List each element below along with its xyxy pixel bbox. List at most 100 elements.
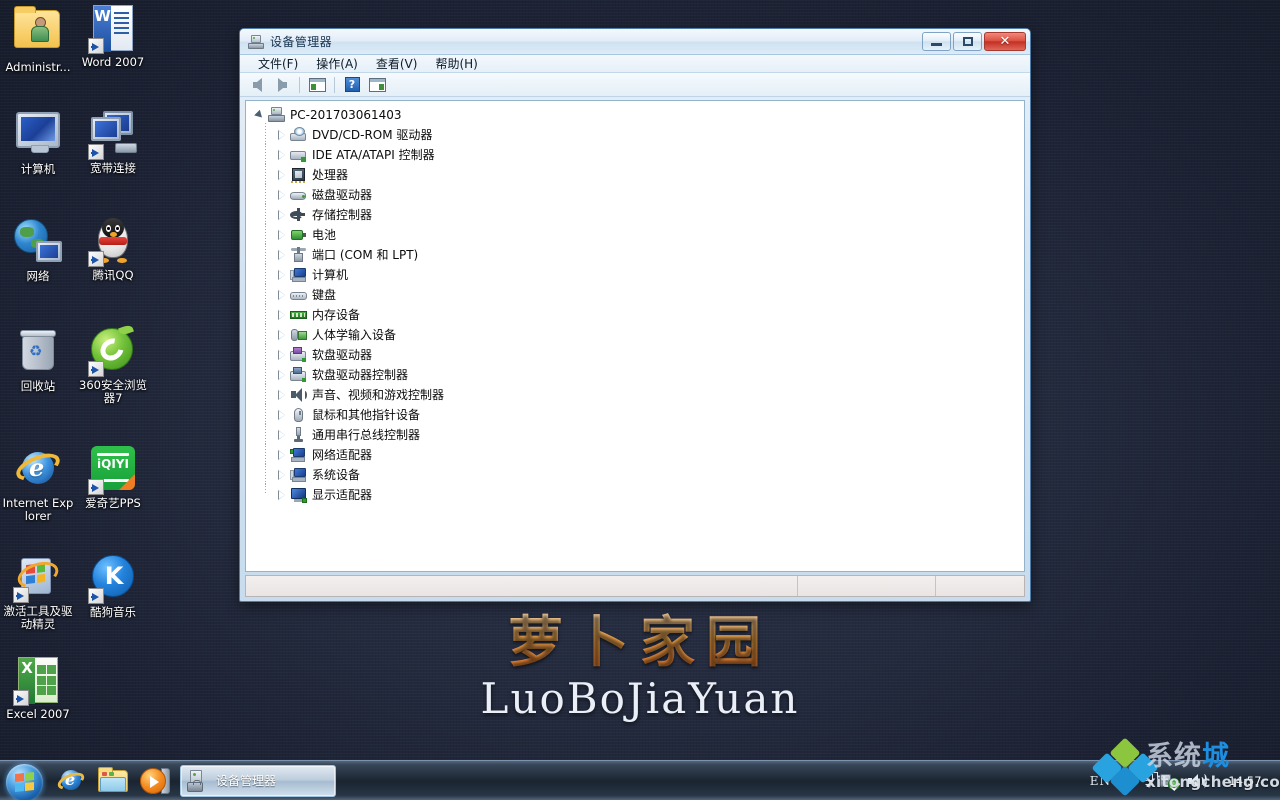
media-player-icon [140,767,170,795]
desktop-icon-broadband[interactable]: 宽带连接 [77,109,149,175]
wallpaper-branding: 萝卜家园 LuoBoJiaYuan [0,612,1280,724]
menu-file[interactable]: 文件(F) [249,54,307,74]
task-button-device-manager[interactable]: 设备管理器 [180,764,336,797]
desktop-icon-excel-2007[interactable]: X Excel 2007 [2,656,74,721]
show-hidden-devices-button[interactable] [366,75,388,95]
desktop-icon-label: Excel 2007 [6,707,70,721]
tree-node-label: 键盘 [312,288,337,302]
tree-node-battery[interactable]: 电池 [254,223,1024,247]
quicklaunch-windows-explorer[interactable] [92,763,134,799]
tree-node-disk-drive[interactable]: 磁盘驱动器 [254,183,1024,207]
tree-node-processor[interactable]: 处理器 [254,163,1024,187]
tree-node-memory-device[interactable]: 内存设备 [254,303,1024,327]
expander-closed-icon[interactable] [276,189,289,202]
expander-closed-icon[interactable] [276,409,289,422]
tree-node-sound-video-game[interactable]: 声音、视频和游戏控制器 [254,383,1024,407]
tree-node-label: 声音、视频和游戏控制器 [312,388,445,402]
start-button[interactable] [2,762,50,800]
tree-node-computer[interactable]: 计算机 [254,263,1024,287]
tree-node-dvd-drive[interactable]: DVD/CD-ROM 驱动器 [254,123,1024,147]
shortcut-overlay-icon [88,251,104,267]
volume-speaker-icon[interactable] [1187,772,1207,790]
expander-closed-icon[interactable] [276,429,289,442]
language-indicator[interactable]: EN [1090,774,1111,788]
memory-device-icon [290,307,307,323]
expander-closed-icon[interactable] [276,209,289,222]
desktop-icon-360-browser[interactable]: 360安全浏览器7 [77,323,149,405]
desktop-icon-activation-tool[interactable]: 激活工具及驱动精灵 [2,552,74,631]
expander-closed-icon[interactable] [276,249,289,262]
tray-help-icon[interactable]: ? [1118,771,1137,790]
maximize-button[interactable] [953,32,982,51]
close-button[interactable]: ✕ [984,32,1026,51]
network-globe-icon [14,219,62,267]
computer-icon [290,267,307,283]
tree-node-label: 显示适配器 [312,488,373,502]
tree-node-display-adapter[interactable]: 显示适配器 [254,483,1024,505]
tree-node-mouse-pointer[interactable]: 鼠标和其他指针设备 [254,403,1024,427]
disk-drive-icon [290,187,307,203]
desktop-icon-iqiyi-pps[interactable]: iQIYI 爱奇艺PPS [77,444,149,510]
expander-closed-icon[interactable] [276,329,289,342]
tree-node-label: 软盘驱动器 [312,348,373,362]
tree-node-usb-controller[interactable]: 通用串行总线控制器 [254,423,1024,447]
expander-closed-icon[interactable] [276,349,289,362]
window-controls: ✕ [922,32,1026,51]
device-manager-icon [187,769,209,792]
tree-node-storage-controller[interactable]: 存储控制器 [254,203,1024,227]
tree-node-ide-controller[interactable]: IDE ATA/ATAPI 控制器 [254,143,1024,167]
desktop-icon-recycle-bin[interactable]: ♻ 回收站 [2,326,74,393]
desktop-icon-network[interactable]: 网络 [2,217,74,283]
tree-node-hid-device[interactable]: 人体学输入设备 [254,323,1024,347]
expander-closed-icon[interactable] [276,149,289,162]
expander-closed-icon[interactable] [276,169,289,182]
expander-closed-icon[interactable] [276,289,289,302]
desktop-icon-computer[interactable]: 计算机 [2,109,74,176]
tree-node-ports[interactable]: 端口 (COM 和 LPT) [254,243,1024,267]
device-tree-pane[interactable]: PC-201703061403 DVD/CD-ROM 驱动器 IDE ATA/A… [245,100,1025,572]
expander-closed-icon[interactable] [276,389,289,402]
window-titlebar[interactable]: 设备管理器 ✕ [240,29,1030,55]
expander-closed-icon[interactable] [276,269,289,282]
internet-explorer-icon: e [55,767,87,795]
tree-node-system-device[interactable]: 系统设备 [254,463,1024,487]
back-button[interactable] [246,75,268,95]
quicklaunch-internet-explorer[interactable]: e [50,763,92,799]
network-status-icon[interactable] [1160,772,1180,790]
show-hidden-icons-chevron[interactable] [1144,771,1158,788]
help-button[interactable]: ? [341,75,363,95]
expander-closed-icon[interactable] [276,229,289,242]
clock-time[interactable]: 14:57 [1214,774,1276,788]
desktop-icon-administrator[interactable]: Administr... [2,4,74,74]
expander-closed-icon[interactable] [276,369,289,382]
tree-node-floppy-controller[interactable]: 软盘驱动器控制器 [254,363,1024,387]
properties-button[interactable] [306,75,328,95]
tree-node-network-adapter[interactable]: 网络适配器 [254,443,1024,467]
menu-action[interactable]: 操作(A) [307,54,367,74]
desktop-icon-label: Administr... [5,60,71,74]
desktop-icon-kugou-music[interactable]: K 酷狗音乐 [77,552,149,619]
tree-node-keyboard[interactable]: 键盘 [254,283,1024,307]
tree-node-label: 网络适配器 [312,448,373,462]
expander-open-icon[interactable] [254,109,267,122]
expander-closed-icon[interactable] [276,449,289,462]
tree-node-label: 计算机 [312,268,349,282]
menu-help[interactable]: 帮助(H) [426,54,486,74]
forward-button[interactable] [271,75,293,95]
expander-closed-icon[interactable] [276,489,289,502]
close-icon: ✕ [999,34,1011,49]
expander-closed-icon[interactable] [276,469,289,482]
tree-root-node[interactable]: PC-201703061403 [254,105,1024,125]
expander-closed-icon[interactable] [276,309,289,322]
desktop-icon-qq[interactable]: 腾讯QQ [77,217,149,282]
tree-node-floppy-drive[interactable]: 软盘驱动器 [254,343,1024,367]
back-arrow-icon [252,77,262,92]
desktop-icon-internet-explorer[interactable]: e Internet Explorer [2,444,74,523]
expander-closed-icon[interactable] [276,129,289,142]
quicklaunch-media-player[interactable] [134,763,176,799]
floppy-controller-icon [290,367,307,383]
menu-view[interactable]: 查看(V) [367,54,427,74]
battery-icon [290,227,307,243]
desktop-icon-word-2007[interactable]: W Word 2007 [77,4,149,69]
minimize-button[interactable] [922,32,951,51]
